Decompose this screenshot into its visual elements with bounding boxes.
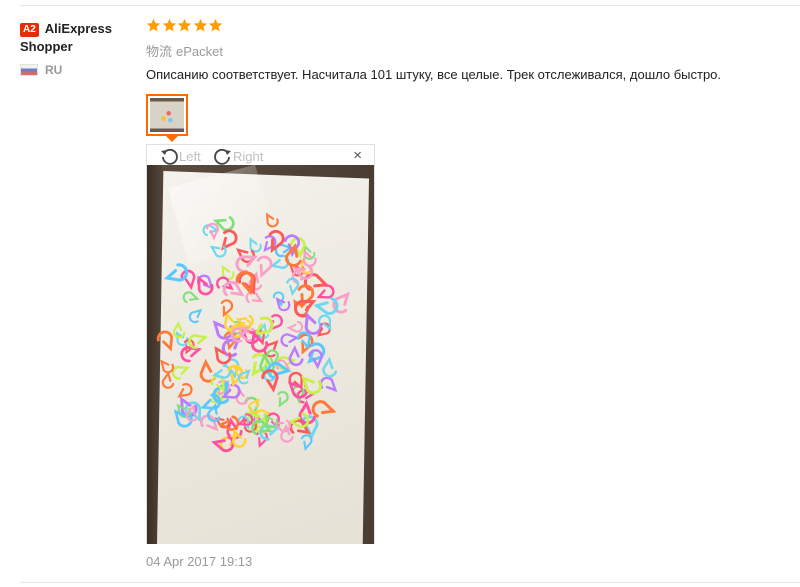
review-photo: [147, 165, 374, 544]
logistics-value: ePacket: [176, 44, 223, 59]
thumbnail-pointer: [166, 136, 178, 142]
stitch-marker: [212, 364, 232, 379]
review-date: 04 Apr 2017 19:13: [146, 554, 253, 569]
stitch-marker: [249, 237, 262, 253]
star-icon: [162, 18, 176, 32]
stitch-marker: [222, 280, 245, 297]
stitch-marker: [277, 391, 289, 408]
stitch-marker: [286, 277, 300, 297]
star-icon: [177, 18, 192, 32]
logistics-info: 物流 ePacket: [146, 41, 223, 60]
stitch-marker: [280, 333, 300, 348]
stitch-marker: [231, 428, 247, 448]
rotate-left-icon: [161, 148, 178, 165]
reviewer-name: A2 AliExpress: [20, 20, 132, 38]
reviewer-info: A2 AliExpress Shopper RU: [20, 20, 132, 77]
stitch-marker: [171, 365, 190, 380]
rotate-right-icon: [214, 148, 231, 165]
star-icon: [193, 18, 207, 32]
stitch-marker: [265, 212, 279, 228]
photo-viewer: Left Right ×: [146, 144, 375, 544]
review-text: Описанию соответствует. Насчитала 101 шт…: [146, 67, 722, 82]
stitch-marker: [294, 300, 317, 318]
star-icon: [146, 18, 161, 32]
stitch-marker: [188, 308, 203, 324]
rotate-right-label: Right: [233, 148, 264, 164]
star-rating: [146, 18, 224, 33]
close-icon[interactable]: ×: [353, 148, 362, 164]
photo-thumbnail[interactable]: [146, 94, 188, 142]
level-badge: A2: [20, 23, 39, 37]
country-code: RU: [45, 63, 63, 77]
stitch-marker: [177, 383, 193, 398]
reviewer-name-line2: Shopper: [20, 39, 73, 54]
rotate-right-button[interactable]: Right: [213, 146, 263, 166]
rotate-left-label: Left: [179, 148, 201, 164]
bottom-divider: [20, 582, 800, 583]
top-divider: [20, 5, 800, 6]
reviewer-country: RU: [20, 63, 132, 77]
stitch-marker: [156, 330, 174, 352]
thumbnail-image: [150, 98, 184, 132]
logistics-label: 物流: [146, 44, 173, 59]
star-icon: [208, 18, 223, 32]
stitch-marker: [248, 398, 261, 414]
stitch-marker: [175, 331, 189, 346]
stitch-markers-image: [156, 212, 351, 453]
viewer-toolbar: Left Right ×: [147, 145, 374, 165]
stitch-marker: [268, 314, 283, 332]
stitch-marker: [182, 291, 200, 304]
stitch-marker: [235, 255, 258, 273]
stitch-marker: [322, 356, 338, 378]
stitch-marker: [280, 423, 294, 443]
flag-icon: [20, 64, 38, 76]
rotate-left-button[interactable]: Left: [159, 146, 201, 166]
stitch-marker: [220, 299, 234, 318]
stitch-marker: [286, 320, 304, 333]
